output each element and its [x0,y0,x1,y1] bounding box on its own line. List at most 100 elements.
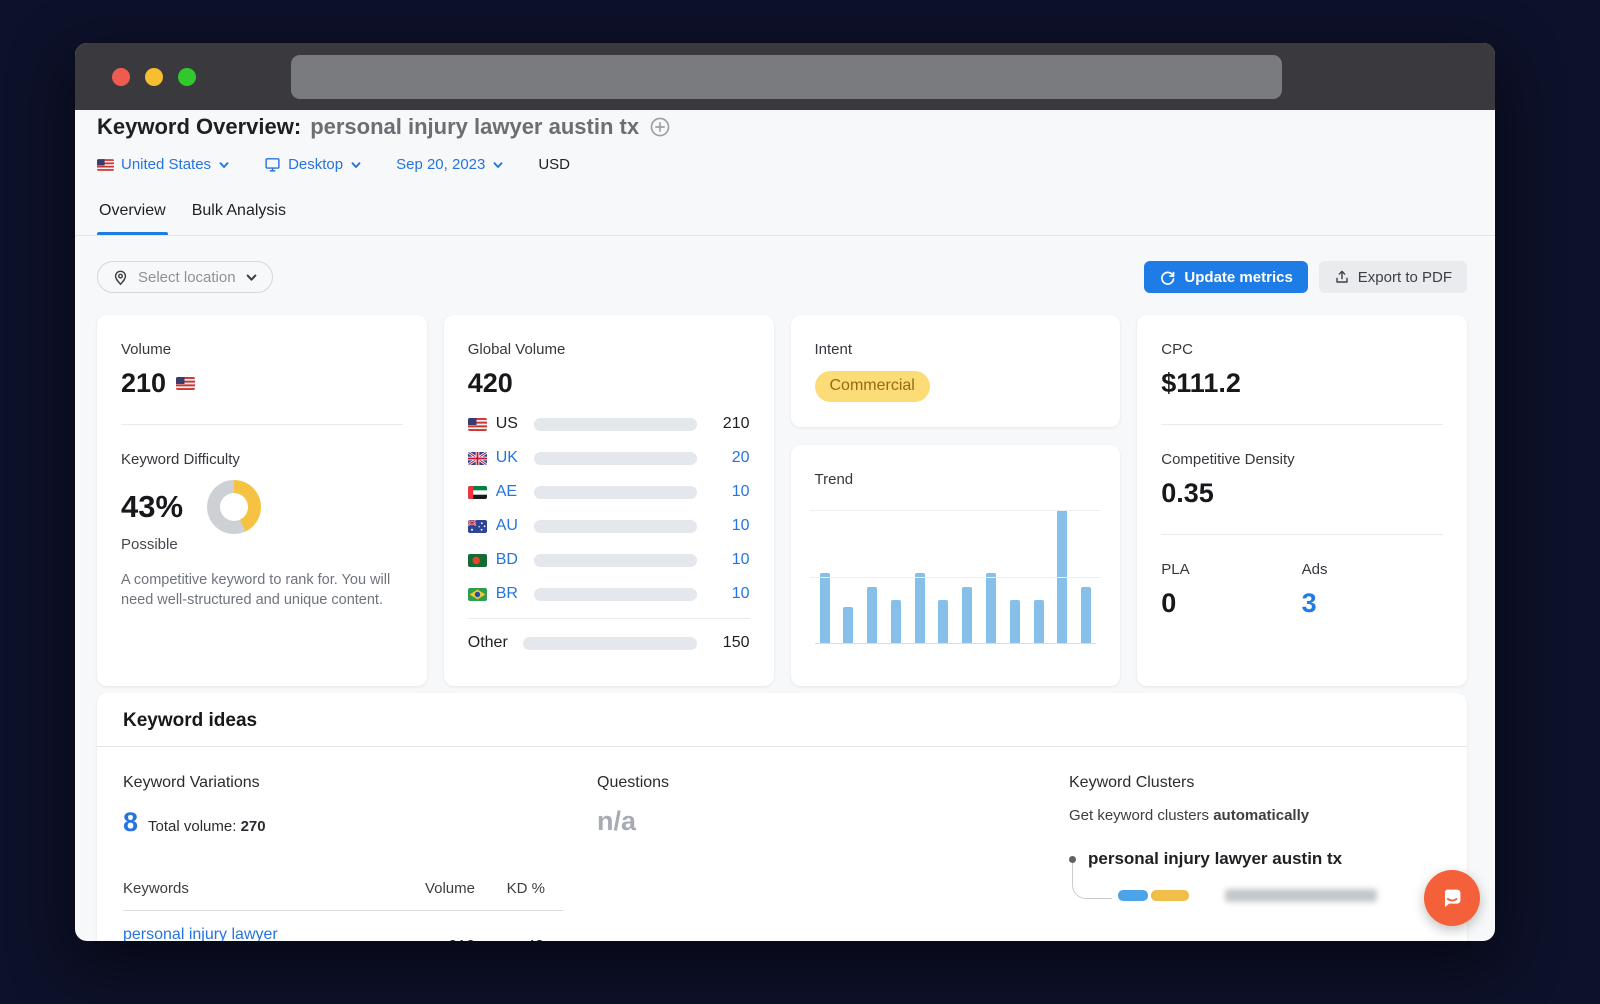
chat-bubble-icon [1437,883,1467,913]
keywords-table: Keywords Volume KD % personal injury law… [123,880,563,941]
global-volume-row-br: BR 10 [468,577,750,611]
trend-card: Trend [791,445,1121,686]
blurred-cluster-keyword [1225,889,1377,902]
global-volume-label: Global Volume [468,341,750,358]
difficulty-donut [207,480,261,534]
trend-chart [815,510,1097,644]
currency-label: USD [538,156,570,173]
keyword-volume: 210 [395,926,475,941]
address-bar[interactable] [291,55,1282,99]
trend-bar [962,587,972,643]
volume-value: 210 [121,368,166,399]
minimize-window-button[interactable] [145,68,163,86]
country-code[interactable]: BD [496,551,525,569]
keyword-variations-label: Keyword Variations [123,774,597,792]
fullscreen-window-button[interactable] [178,68,196,86]
column-header-kd: KD % [475,880,563,897]
export-to-pdf-button[interactable]: Export to PDF [1319,261,1467,293]
global-volume-row-bd: BD 10 [468,543,750,577]
intent-badge: Commercial [815,371,930,402]
chevron-down-icon [245,271,258,284]
country-volume[interactable]: 10 [706,517,750,535]
chat-widget-button[interactable] [1424,870,1480,926]
intent-card: Intent Commercial [791,315,1121,427]
device-filter-label: Desktop [288,156,343,173]
volume-bar [523,637,697,650]
pla-value: 0 [1161,588,1176,619]
country-code[interactable]: AE [496,483,525,501]
questions-value: n/a [597,806,1069,837]
trend-bar [843,607,853,643]
keyword-kd: 43 [475,926,563,941]
cpc-card: CPC $111.2 Competitive Density 0.35 PLA … [1137,315,1467,686]
currency-indicator: USD [538,156,570,173]
export-to-pdf-label: Export to PDF [1358,269,1452,286]
column-header-volume: Volume [395,880,475,897]
divider [1161,534,1443,535]
country-code[interactable]: UK [496,449,525,467]
trend-label: Trend [815,471,1097,488]
global-volume-row-uk: UK 20 [468,441,750,475]
trend-bar [820,573,830,643]
column-header-keywords: Keywords [123,880,395,897]
export-icon [1334,269,1350,285]
volume-difficulty-card: Volume 210 Keyword Difficulty 43% Possib… [97,315,427,686]
page-header: Keyword Overview:personal injury lawyer … [75,110,1495,236]
table-row: personal injury lawyer 210 43 [123,911,563,941]
difficulty-level: Possible [121,536,403,553]
cpc-value: $111.2 [1161,368,1241,399]
trend-bar [1057,510,1067,643]
country-volume[interactable]: 10 [706,585,750,603]
country-volume[interactable]: 20 [706,449,750,467]
desktop-background: Keyword Overview:personal injury lawyer … [0,0,1600,1004]
country-volume[interactable]: 10 [706,483,750,501]
cluster-root-keyword: personal injury lawyer austin tx [1088,849,1342,869]
select-location-dropdown[interactable]: Select location [97,261,273,293]
divider [1161,424,1443,425]
select-location-label: Select location [138,269,236,286]
au-flag-icon [468,520,487,533]
cpc-label: CPC [1161,341,1443,358]
country-code[interactable]: BR [496,585,525,603]
ads-value[interactable]: 3 [1302,588,1317,619]
country-filter[interactable]: United States [97,156,230,173]
metrics-cards: Volume 210 Keyword Difficulty 43% Possib… [97,315,1467,672]
update-metrics-label: Update metrics [1184,269,1292,286]
country-filter-label: United States [121,156,211,173]
close-window-button[interactable] [112,68,130,86]
uk-flag-icon [468,452,487,465]
add-keyword-icon[interactable] [649,116,671,138]
cluster-bar-yellow [1151,890,1189,901]
cluster-root-node: personal injury lawyer austin tx [1069,849,1441,869]
volume-bar [534,520,697,533]
variations-count: 8 [123,807,138,838]
device-filter[interactable]: Desktop [264,156,362,173]
toolbar: Select location Update metrics Export to… [97,261,1467,293]
intent-trend-column: Intent Commercial Trend [791,315,1121,686]
refresh-icon [1159,269,1176,286]
divider [468,618,750,619]
keyword-link[interactable]: personal injury lawyer [123,926,395,941]
page-title: Keyword Overview:personal injury lawyer … [97,114,639,140]
keyword-difficulty-label: Keyword Difficulty [121,451,403,468]
country-volume[interactable]: 10 [706,551,750,569]
update-metrics-button[interactable]: Update metrics [1144,261,1307,293]
date-filter[interactable]: Sep 20, 2023 [396,156,504,173]
intent-label: Intent [815,341,1097,358]
country-code[interactable]: AU [496,517,525,535]
branch-connector-line [1072,863,1112,899]
competitive-density-value: 0.35 [1161,478,1214,509]
other-volume: 150 [706,634,750,652]
volume-label: Volume [121,341,403,358]
page-title-keyword: personal injury lawyer austin tx [310,114,639,140]
tab-overview[interactable]: Overview [97,202,168,235]
page-content: Keyword Overview:personal injury lawyer … [75,110,1495,941]
us-flag-icon [176,377,195,390]
us-flag-icon [97,159,114,171]
keyword-ideas-title: Keyword ideas [123,710,257,731]
keyword-variations-column: Keyword Variations 8 Total volume: 270 K… [123,774,597,941]
us-flag-icon [468,418,487,431]
tab-bulk-analysis[interactable]: Bulk Analysis [190,202,288,235]
trend-bar [1034,600,1044,643]
cluster-branch [1072,869,1441,909]
